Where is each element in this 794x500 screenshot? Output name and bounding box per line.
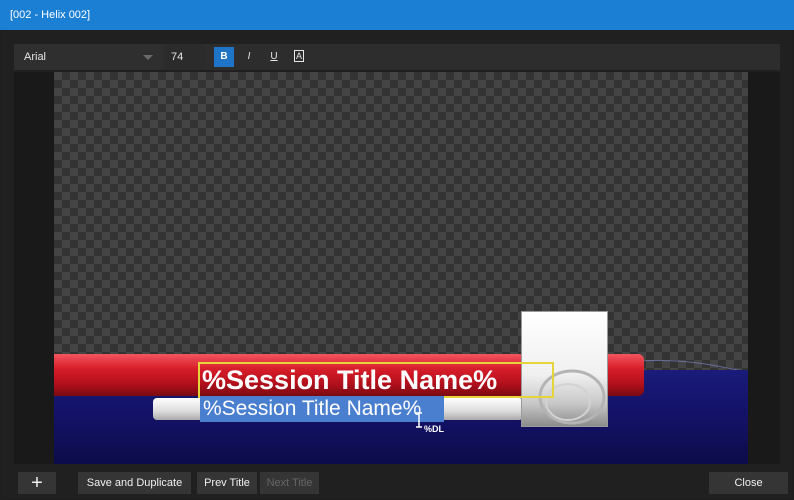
dropdown-caret-icon (143, 55, 153, 60)
canvas-margin-right (748, 72, 780, 464)
window-title: [002 - Helix 002] (10, 9, 91, 21)
plus-icon: + (31, 472, 43, 494)
font-size-input[interactable]: 74 (165, 44, 205, 70)
bold-button[interactable]: B (214, 47, 234, 67)
prev-title-button[interactable]: Prev Title (197, 472, 257, 494)
outline-button[interactable]: A (289, 47, 309, 67)
next-title-button[interactable]: Next Title (260, 472, 319, 494)
add-button[interactable]: + (18, 472, 56, 494)
underline-button[interactable]: U (264, 47, 284, 67)
canvas-margin-left (14, 72, 54, 464)
close-button[interactable]: Close (709, 472, 788, 494)
font-size-value: 74 (171, 51, 184, 63)
save-and-duplicate-button[interactable]: Save and Duplicate (78, 472, 191, 494)
window-titlebar[interactable]: [002 - Helix 002] (0, 0, 794, 30)
title-text-box[interactable]: %Session Title Name% (198, 362, 554, 398)
italic-button[interactable]: I (239, 47, 259, 67)
font-family-value: Arial (24, 51, 47, 63)
font-family-select[interactable]: Arial (14, 44, 162, 70)
text-cursor-icon (416, 412, 422, 428)
subtitle-text-box[interactable]: %Session Title Name% (200, 396, 444, 422)
dl-tag-label: %DL (424, 424, 444, 434)
outline-button-label: A (293, 50, 304, 62)
